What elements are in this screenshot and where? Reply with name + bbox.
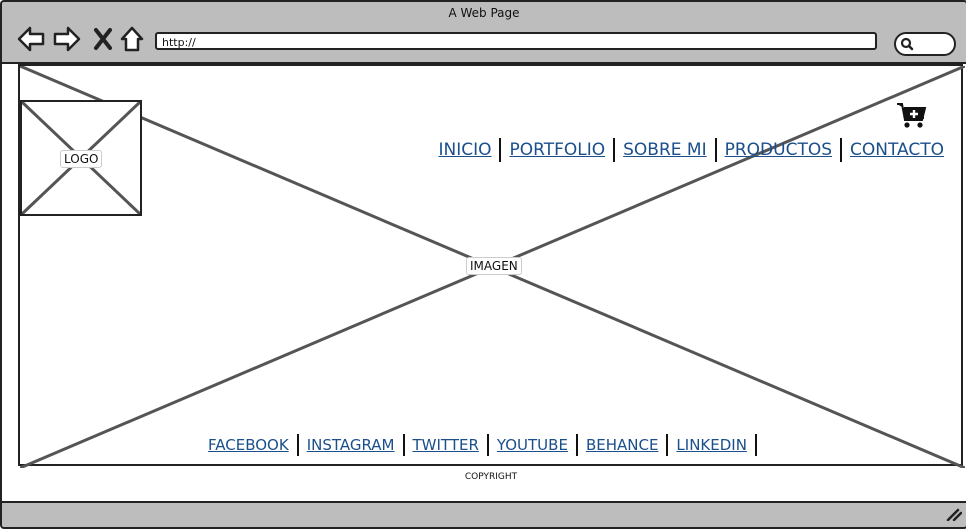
social-divider [666, 434, 669, 456]
search-field[interactable] [894, 32, 956, 56]
nav-portfolio[interactable]: PORTFOLIO [509, 140, 605, 160]
social-linkedin[interactable]: LINKEDIN [676, 436, 747, 454]
page-viewport: IMAGEN LOGO INICIO PORTFOLIO SOBRE MI PRODU… [2, 62, 966, 503]
browser-toolbar: http:// [2, 22, 966, 64]
home-icon[interactable] [118, 24, 148, 54]
nav-divider [714, 138, 717, 162]
nav-divider [499, 138, 502, 162]
url-field[interactable]: http:// [155, 32, 877, 50]
resize-grip-icon[interactable] [946, 507, 962, 521]
window-title: A Web Page [448, 6, 520, 20]
hero-image-label: IMAGEN [466, 257, 522, 275]
social-divider [402, 434, 405, 456]
social-divider [486, 434, 489, 456]
nav-productos[interactable]: PRODUCTOS [725, 140, 832, 160]
hero-image-placeholder: IMAGEN [18, 64, 965, 468]
social-divider [296, 434, 299, 456]
forward-arrow-icon[interactable] [52, 24, 82, 54]
social-behance[interactable]: BEHANCE [586, 436, 658, 454]
status-bar [2, 501, 966, 525]
nav-sobre-mi[interactable]: SOBRE MI [623, 140, 706, 160]
logo-placeholder[interactable]: LOGO [20, 100, 142, 216]
social-twitter[interactable]: TWITTER [413, 436, 479, 454]
nav-divider [613, 138, 616, 162]
social-facebook[interactable]: FACEBOOK [208, 436, 289, 454]
social-instagram[interactable]: INSTAGRAM [307, 436, 395, 454]
search-icon [900, 37, 914, 51]
social-divider [754, 434, 757, 456]
social-divider [575, 434, 578, 456]
logo-label: LOGO [60, 150, 103, 168]
nav-inicio[interactable]: INICIO [438, 140, 491, 160]
add-to-cart-icon[interactable] [896, 102, 928, 130]
social-youtube[interactable]: YOUTUBE [497, 436, 568, 454]
nav-divider [840, 138, 842, 162]
close-x-icon[interactable] [90, 24, 120, 54]
main-navigation: INICIO PORTFOLIO SOBRE MI PRODUCTOS CONTACTO [438, 138, 944, 162]
back-arrow-icon[interactable] [16, 24, 46, 54]
copyright-text: COPYRIGHT [464, 472, 518, 482]
browser-window: A Web Page http:// IMAGEN LOGO INICIO PO… [0, 0, 966, 529]
social-navigation: FACEBOOK INSTAGRAM TWITTER YOUTUBE BEHANCE LI… [208, 434, 765, 456]
nav-contacto[interactable]: CONTACTO [850, 140, 944, 160]
